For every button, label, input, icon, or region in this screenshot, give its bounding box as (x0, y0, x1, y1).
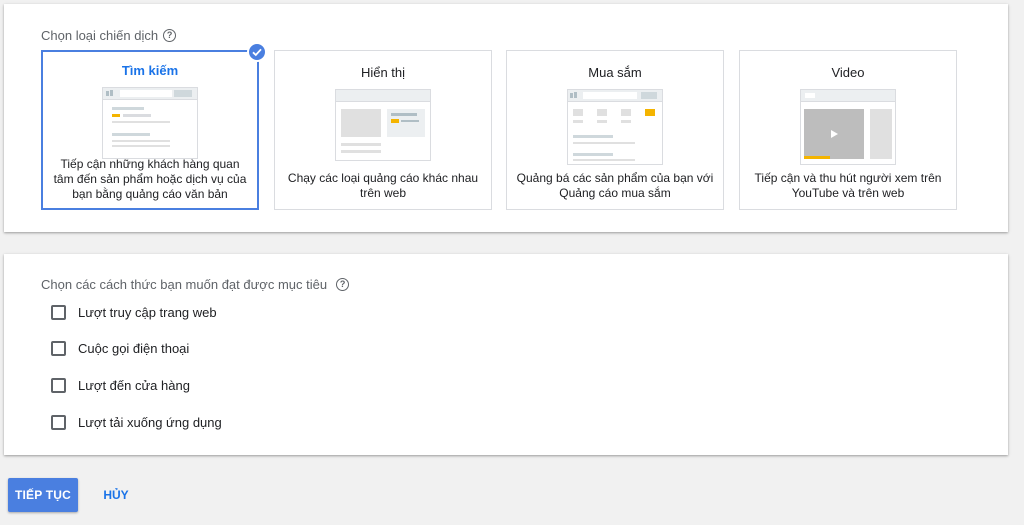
checkbox[interactable] (51, 305, 66, 320)
campaign-type-search[interactable]: Tìm kiếm Tiếp cận những khách hàng quan … (41, 42, 267, 210)
campaign-type-card: Chọn loại chiến dịch ? Tìm kiếm Tiếp cận… (4, 4, 1008, 232)
campaign-type-video[interactable]: Video Tiếp cận và thu hút người xem trên… (739, 50, 957, 210)
video-ad-illustration (800, 89, 896, 165)
goal-option-label: Lượt đến cửa hàng (78, 378, 190, 393)
campaign-type-shopping[interactable]: Mua sắm Quảng bá các sản phẩm của bạn vớ… (506, 50, 724, 210)
campaign-type-video-desc: Tiếp cận và thu hút người xem trên YouTu… (754, 171, 942, 200)
goal-option-label: Lượt tải xuống ứng dụng (78, 415, 222, 430)
checkbox[interactable] (51, 341, 66, 356)
campaign-type-heading: Chọn loại chiến dịch ? (41, 28, 177, 43)
display-ad-illustration (335, 89, 431, 161)
shopping-ad-illustration (567, 89, 663, 165)
checkmark-icon (247, 42, 267, 62)
goal-option-store-visits[interactable]: Lượt đến cửa hàng (51, 378, 190, 393)
campaign-type-display-title: Hiển thị (360, 65, 406, 80)
goal-option-label: Lượt truy cập trang web (78, 305, 217, 320)
checkbox[interactable] (51, 415, 66, 430)
campaign-type-display[interactable]: Hiển thị Chạy các loại quảng cáo khác nh… (274, 50, 492, 210)
campaign-type-search-desc: Tiếp cận những khách hàng quan tâm đến s… (53, 157, 247, 201)
goal-option-label: Cuộc gọi điện thoại (78, 341, 190, 356)
campaign-type-search-title: Tìm kiếm (121, 63, 179, 78)
campaign-type-video-title: Video (831, 65, 865, 80)
campaign-type-shopping-title: Mua sắm (588, 65, 642, 80)
search-ad-illustration (102, 87, 198, 159)
goals-card: Chọn các cách thức bạn muốn đạt được mục… (4, 254, 1008, 455)
help-icon[interactable]: ? (336, 278, 350, 291)
goals-heading: Chọn các cách thức bạn muốn đạt được mục… (41, 277, 350, 292)
checkbox[interactable] (51, 378, 66, 393)
campaign-type-shopping-desc: Quảng bá các sản phẩm của bạn với Quảng … (516, 171, 714, 200)
campaign-type-display-desc: Chạy các loại quảng cáo khác nhau trên w… (287, 171, 479, 200)
help-icon[interactable]: ? (163, 29, 177, 42)
continue-button[interactable]: TIẾP TỤC (8, 478, 78, 512)
goal-option-website-visits[interactable]: Lượt truy cập trang web (51, 305, 217, 320)
goal-option-phone-calls[interactable]: Cuộc gọi điện thoại (51, 341, 189, 356)
cancel-button[interactable]: HỦY (96, 478, 136, 512)
goal-option-app-downloads[interactable]: Lượt tải xuống ứng dụng (51, 415, 222, 430)
